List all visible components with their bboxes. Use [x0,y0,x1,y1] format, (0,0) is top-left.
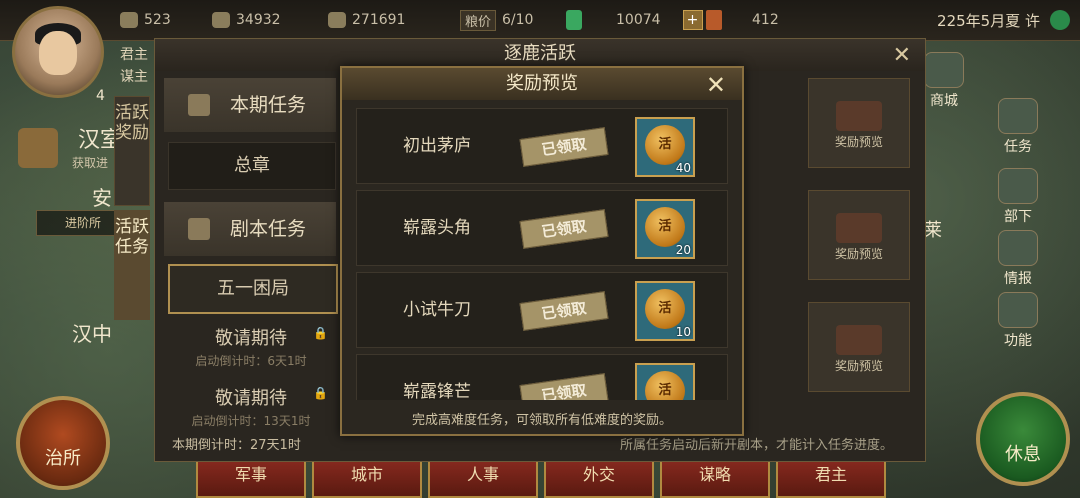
resource-troops: 271691 [328,9,405,31]
activity-coin-icon: 活 [645,289,685,329]
reward-item[interactable]: 活 40 [635,117,695,177]
intel-icon [998,230,1038,266]
jade-icon [566,10,582,30]
menu-city[interactable]: 城市 [312,456,422,498]
resource-gold: 523 [120,9,171,31]
grain-price-label: 粮价 [460,9,497,31]
intel-button[interactable]: 情报 [994,230,1042,288]
functions-icon [998,292,1038,328]
activity-coin-icon: 活 [645,125,685,165]
rest-button[interactable]: 休息 [976,392,1070,486]
panel-close-icon[interactable]: ✕ [893,43,911,68]
menu-strategy[interactable]: 谋略 [660,456,770,498]
reward-qty: 10 [675,325,691,339]
resource-jade: 10074 + [566,9,703,31]
general-chapter-item[interactable]: 总章 [168,142,336,190]
game-date: 225年5月夏 许 [937,12,1040,30]
menu-military[interactable]: 军事 [196,456,306,498]
reward-qty: 40 [675,161,691,175]
locked-script-2[interactable]: 敬请期待 启动倒计时：13天1时 🔒 [168,378,334,432]
reward-item[interactable]: 活 20 [635,199,695,259]
chest-icon [836,101,882,131]
reward-preview-card-3[interactable]: 奖励预览 [808,302,910,392]
player-avatar[interactable] [12,6,104,98]
reward-preview-modal: 奖励预览 ✕ 初出茅庐 已领取 活 40 崭露头角 已领取 活 20 小试牛刀 已领… [340,66,744,436]
subordinates-icon [998,168,1038,204]
settings-icon[interactable] [1050,10,1070,30]
period-countdown: 本期倒计时：27天1时 [172,438,301,453]
activity-coin-icon: 活 [645,207,685,247]
reward-qty: 20 [675,243,691,257]
han-dynasty-icon[interactable] [18,128,58,168]
locked-script-1[interactable]: 敬请期待 启动倒计时：6天1时 🔒 [168,318,334,372]
reward-row: 崭露锋芒 已领取 活8 [356,354,728,400]
grain-price[interactable]: 粮价 6/10 [460,9,533,31]
player-number: 4 [96,88,105,104]
resource-orders: 412 [706,9,779,31]
reward-preview-card-1[interactable]: 奖励预览 [808,78,910,168]
reward-list[interactable]: 初出茅庐 已领取 活 40 崭露头角 已领取 活 20 小试牛刀 已领取 活 10 崭… [356,108,728,400]
modal-title: 奖励预览 [342,68,742,100]
top-resource-bar: 523 34932 271691 粮价 6/10 10074 + 412 225年5… [0,0,1080,41]
section-current-tasks[interactable]: 本期任务 [164,78,336,132]
recharge-plus-button[interactable]: + [682,10,703,30]
reward-tier-name: 崭露头角 [403,218,471,238]
reward-tier-name: 初出茅庐 [403,136,471,156]
player-title-lord: 君主 [120,47,148,63]
modal-close-icon[interactable]: ✕ [706,71,726,99]
subordinates-button[interactable]: 部下 [994,168,1042,226]
city-lai-label[interactable]: 莱 [924,216,942,242]
order-icon [706,10,722,30]
tab-activity-tasks[interactable]: 活跃任务 [114,210,150,320]
lock-icon: 🔒 [313,326,328,340]
resource-food: 34932 [212,9,281,31]
reward-item[interactable]: 活8 [635,363,695,400]
grain-price-value: 6/10 [502,12,534,28]
reward-tier-name: 崭露锋芒 [403,382,471,400]
player-title-advisor: 谋主 [120,69,148,85]
reward-row: 小试牛刀 已领取 活 10 [356,272,728,348]
section-script-tasks[interactable]: 剧本任务 [164,202,336,256]
scroll-icon [188,94,210,116]
bottom-menu-bar: 军事 城市 人事 外交 谋略 君主 [196,456,886,498]
reward-tier-name: 小试牛刀 [403,300,471,320]
reward-item[interactable]: 活 10 [635,281,695,341]
governor-seat-button[interactable]: 治所 [16,396,110,490]
menu-personnel[interactable]: 人事 [428,456,538,498]
han-sub-label: 获取进 [72,156,109,170]
shop-icon [924,52,964,88]
script-item-selected[interactable]: 五一困局 [168,264,338,314]
troops-icon [328,12,346,28]
map-scroll-icon [188,218,210,240]
claimed-stamp: 已领取 [519,373,609,400]
claimed-stamp: 已领取 [519,127,609,167]
gold-icon [120,12,138,28]
modal-note: 完成高难度任务，可领取所有低难度的奖励。 [411,413,672,428]
functions-button[interactable]: 功能 [994,292,1042,350]
claimed-stamp: 已领取 [519,291,609,331]
reward-preview-card-2[interactable]: 奖励预览 [808,190,910,280]
an-label: 安 [92,186,112,210]
menu-lord[interactable]: 君主 [776,456,886,498]
lock-icon: 🔒 [313,386,328,400]
quest-icon [998,98,1038,134]
reward-row: 崭露头角 已领取 活 20 [356,190,728,266]
chest-icon [836,213,882,243]
reward-row: 初出茅庐 已领取 活 40 [356,108,728,184]
quest-button[interactable]: 任务 [994,98,1042,156]
player-titles: 君主 谋主 [120,44,148,88]
panel-hint: 所属任务启动后新开剧本，才能计入任务进度。 [620,438,894,453]
food-icon [212,12,230,28]
tab-activity-rewards[interactable]: 活跃奖励 [114,96,150,206]
chest-icon [836,325,882,355]
city-hanzhong-label[interactable]: 汉中 [72,318,112,347]
shop-button[interactable]: 商城 [920,52,968,110]
activity-coin-icon: 活 [645,371,685,400]
claimed-stamp: 已领取 [519,209,609,249]
advance-button[interactable]: 进阶所 [36,210,122,236]
menu-diplomacy[interactable]: 外交 [544,456,654,498]
